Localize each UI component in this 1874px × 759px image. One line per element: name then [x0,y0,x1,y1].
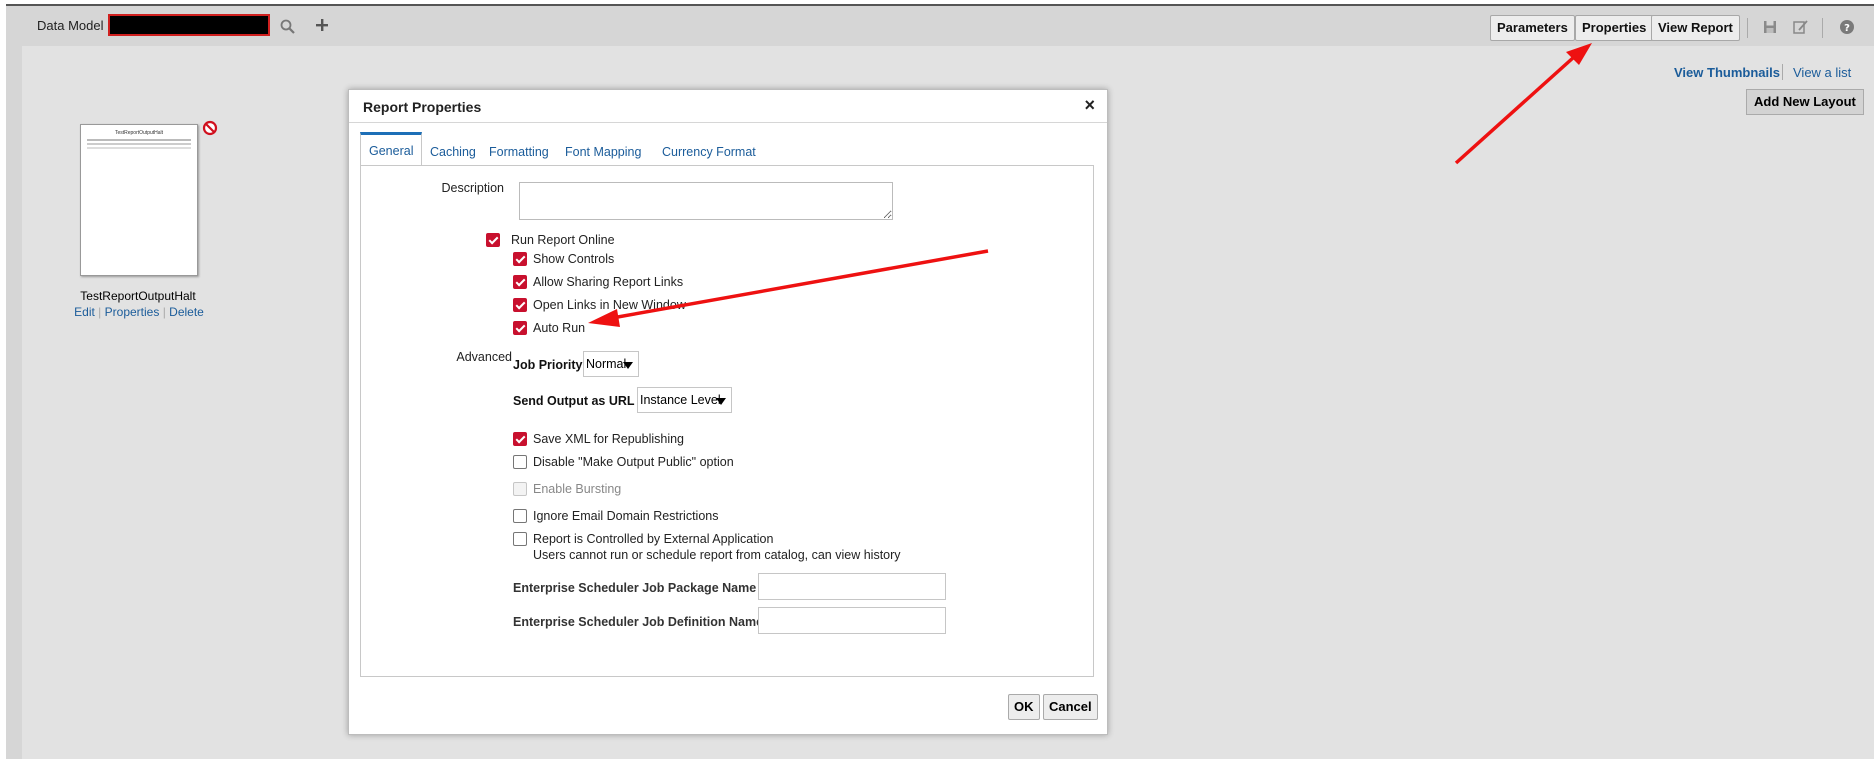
toolbar-separator [1822,18,1823,38]
save-xml-label: Save XML for Republishing [533,432,685,446]
data-model-label: Data Model [37,18,104,33]
close-icon[interactable]: × [1084,96,1095,114]
enable-bursting-label: Enable Bursting [533,482,622,496]
report-properties-dialog: Report Properties × General Caching Form… [348,89,1108,735]
layout-properties-link[interactable]: Properties [105,305,160,319]
open-links-new-window-label: Open Links in New Window [533,298,686,312]
job-priority-label: Job Priority [513,358,583,372]
application-frame: Data Model Parameters Properties View Re… [6,4,1874,759]
run-report-online-checkbox[interactable] [486,233,500,247]
tab-font-mapping[interactable]: Font Mapping [565,132,641,166]
external-application-label: Report is Controlled by External Applica… [533,532,774,546]
add-icon[interactable] [314,17,330,36]
auto-run-checkbox[interactable] [513,321,527,335]
description-input[interactable] [519,182,893,220]
send-output-url-value: Instance Level [640,393,721,407]
tab-currency-format[interactable]: Currency Format [662,132,756,166]
job-priority-select[interactable]: Normal [583,351,639,377]
link-separator: | [162,305,166,319]
disable-make-public-checkbox[interactable] [513,455,527,469]
parameters-button[interactable]: Parameters [1490,15,1575,41]
auto-run-label: Auto Run [533,321,586,335]
run-report-online-label: Run Report Online [511,233,615,247]
send-output-url-label: Send Output as URL [513,394,635,408]
save-as-icon[interactable] [1792,19,1808,38]
save-icon[interactable] [1762,19,1778,38]
layout-name: TestReportOutputHalt [80,289,196,303]
delete-layout-link[interactable]: Delete [169,305,204,319]
ess-definition-input[interactable] [758,607,946,634]
ess-package-label: Enterprise Scheduler Job Package Name [513,581,757,595]
chevron-down-icon [716,398,726,405]
advanced-label: Advanced [456,350,512,364]
show-controls-label: Show Controls [533,252,615,266]
send-output-url-select[interactable]: Instance Level [637,387,732,413]
dialog-title: Report Properties [363,99,482,115]
view-list-link[interactable]: View a list [1793,65,1851,80]
save-xml-checkbox[interactable] [513,432,527,446]
view-report-button[interactable]: View Report [1651,15,1740,41]
job-priority-value: Normal [586,357,627,371]
help-icon[interactable]: ? [1839,19,1855,38]
not-default-icon[interactable] [202,120,218,139]
ok-button[interactable]: OK [1008,694,1040,720]
open-links-new-window-checkbox[interactable] [513,298,527,312]
external-application-note: Users cannot run or schedule report from… [533,548,901,562]
tab-general[interactable]: General [360,132,423,166]
dialog-divider [349,122,1107,123]
enable-bursting-checkbox [513,482,527,496]
allow-sharing-label: Allow Sharing Report Links [533,275,684,289]
add-new-layout-button[interactable]: Add New Layout [1746,89,1864,115]
toolbar-separator [1747,18,1748,38]
cancel-button[interactable]: Cancel [1043,694,1098,720]
thumbnail-line [87,143,191,145]
allow-sharing-checkbox[interactable] [513,275,527,289]
layout-actions: Edit | Properties | Delete [54,305,224,319]
thumbnail-line [87,147,191,149]
properties-button[interactable]: Properties [1575,15,1654,41]
svg-text:?: ? [1844,23,1850,34]
tab-caching[interactable]: Caching [430,132,476,166]
ignore-email-domain-label: Ignore Email Domain Restrictions [533,509,719,523]
data-model-redacted-field[interactable] [108,14,270,36]
external-application-checkbox[interactable] [513,532,527,546]
chevron-down-icon [623,362,633,369]
thumbnail-title: TestReportOutputHalt [114,130,164,136]
ess-definition-label: Enterprise Scheduler Job Definition Name [513,615,764,629]
top-toolbar: Data Model Parameters Properties View Re… [6,6,1874,41]
general-tab-panel: Description Run Report Online Show Contr… [360,165,1094,677]
link-separator: | [98,305,102,319]
layout-thumbnail[interactable]: TestReportOutputHalt [80,124,198,276]
disable-make-public-label: Disable "Make Output Public" option [533,455,734,469]
ess-package-input[interactable] [758,573,946,600]
ignore-email-domain-checkbox[interactable] [513,509,527,523]
view-thumbnails-link[interactable]: View Thumbnails [1674,65,1780,80]
edit-layout-link[interactable]: Edit [74,305,95,319]
description-label: Description [441,181,504,195]
tab-formatting[interactable]: Formatting [489,132,549,166]
view-link-separator [1782,64,1783,80]
search-icon[interactable] [280,19,296,38]
show-controls-checkbox[interactable] [513,252,527,266]
thumbnail-line [87,139,191,141]
